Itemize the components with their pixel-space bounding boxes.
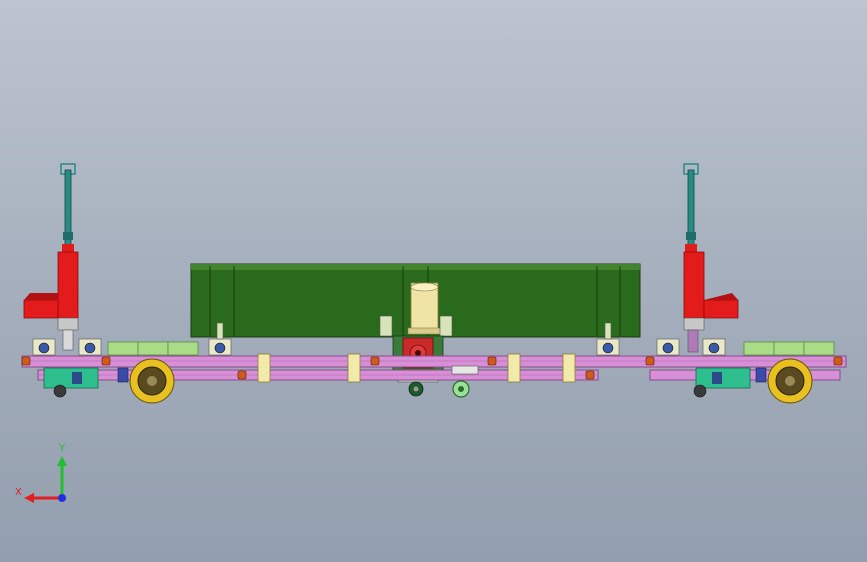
frame-bolt <box>585 370 595 380</box>
frame-bolt <box>101 356 111 366</box>
right-lift-mast <box>683 163 739 353</box>
bearing-block <box>78 338 102 356</box>
axis-y-label: Y <box>59 443 66 454</box>
support-pads-right <box>743 341 835 356</box>
frame-bolt <box>237 370 247 380</box>
frame-bolt <box>645 356 655 366</box>
right-caster <box>693 367 751 398</box>
bearing-block <box>702 338 726 356</box>
axis-triad <box>24 456 67 503</box>
left-lift-mast <box>23 163 79 351</box>
bearing-block <box>32 338 56 356</box>
bearing-block <box>656 338 680 356</box>
cad-viewport[interactable]: Y X <box>0 0 867 562</box>
axis-x-label: X <box>15 487 22 498</box>
frame-bolt <box>370 356 380 366</box>
cart-assembly-drawing[interactable] <box>0 0 867 562</box>
frame-bolt <box>21 356 31 366</box>
frame-bolt <box>487 356 497 366</box>
left-caster <box>43 367 99 398</box>
frame-bolt <box>833 356 843 366</box>
support-pads-left <box>107 341 199 356</box>
